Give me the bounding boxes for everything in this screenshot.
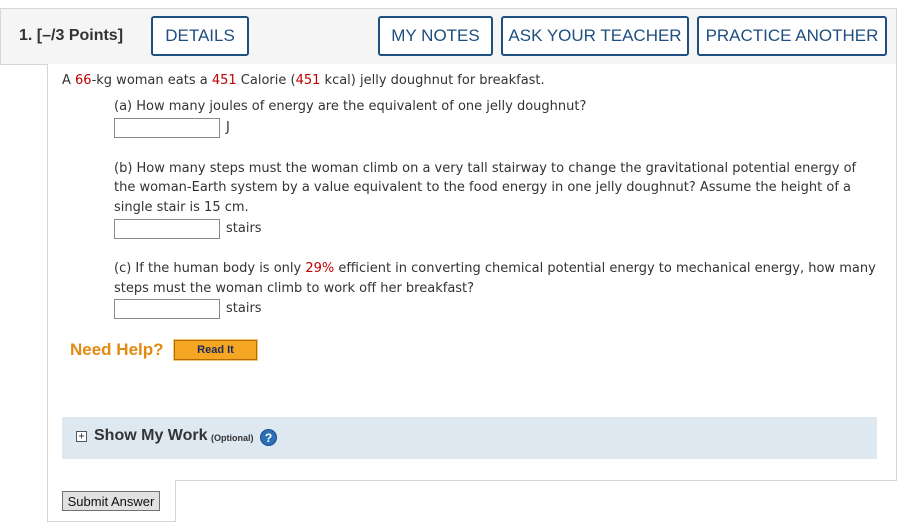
my-notes-button[interactable]: MY NOTES (378, 16, 493, 56)
question-points: [–/3 Points] (36, 27, 124, 44)
part-c-unit: stairs (226, 301, 262, 316)
show-my-work-section[interactable]: + Show My Work (Optional) ? (62, 417, 877, 459)
expand-plus-icon[interactable]: + (76, 431, 87, 442)
practice-another-button[interactable]: PRACTICE ANOTHER (697, 16, 887, 56)
help-question-icon[interactable]: ? (260, 429, 277, 446)
calorie-value: 451 (211, 73, 237, 88)
part-b-unit: stairs (226, 221, 262, 236)
question-number: 1. (19, 27, 33, 44)
part-a-question: (a) How many joules of energy are the eq… (114, 99, 587, 114)
details-button[interactable]: DETAILS (151, 16, 249, 56)
part-b-question-line2: the woman-Earth system by a value equiva… (114, 180, 851, 195)
part-b-question-line3: single stair is 15 cm. (114, 200, 249, 215)
mass-value: 66 (75, 73, 92, 88)
part-c-question-line2: steps must the woman climb to work off h… (114, 281, 475, 296)
part-a-answer-input[interactable] (114, 118, 220, 138)
need-help-label: Need Help? (70, 340, 164, 359)
part-b-question-line1: (b) How many steps must the woman climb … (114, 161, 857, 176)
efficiency-value: 29% (305, 261, 335, 276)
submit-answer-button[interactable]: Submit Answer (62, 491, 160, 511)
optional-label: (Optional) (211, 433, 254, 443)
show-my-work-label[interactable]: Show My Work (94, 427, 208, 445)
ask-your-teacher-button[interactable]: ASK YOUR TEACHER (501, 16, 689, 56)
part-b-answer-input[interactable] (114, 219, 220, 239)
read-it-button[interactable]: Read It (173, 339, 258, 361)
part-a-unit: J (226, 120, 230, 135)
part-c-answer-input[interactable] (114, 299, 220, 319)
question-title: 1. [–/3 Points] (19, 27, 123, 45)
problem-intro: A 66-kg woman eats a 451 Calorie (451 kc… (62, 73, 545, 88)
part-c-question-line1: (c) If the human body is only 29% effici… (114, 261, 876, 276)
kcal-value: 451 (295, 73, 321, 88)
